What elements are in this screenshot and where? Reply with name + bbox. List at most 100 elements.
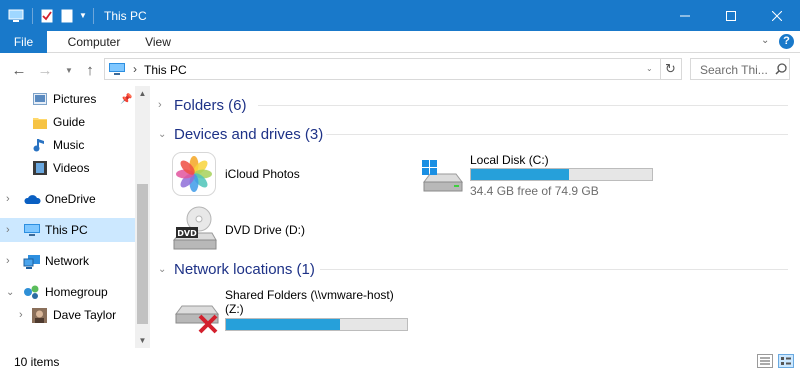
pin-icon[interactable]: 📌 bbox=[120, 94, 132, 105]
collapse-chevron-icon[interactable]: ⌄ bbox=[158, 129, 174, 140]
group-header-folders[interactable]: › Folders (6) bbox=[158, 95, 247, 115]
sidebar-item-label: Videos bbox=[53, 161, 90, 175]
title-bar: ▼ This PC bbox=[0, 0, 800, 31]
network-drive-disconnected-icon bbox=[175, 305, 219, 334]
scroll-up-icon[interactable]: ▲ bbox=[135, 89, 150, 98]
recent-locations-icon[interactable]: ▼ bbox=[60, 60, 78, 80]
collapse-chevron-icon[interactable]: ⌄ bbox=[158, 264, 174, 275]
navigation-pane: Pictures 📌 Guide Music Videos › OneDrive… bbox=[0, 86, 150, 348]
network-location-name: Shared Folders (\\vmware-host) bbox=[225, 288, 394, 302]
music-icon bbox=[33, 139, 44, 152]
group-label: Devices and drives (3) bbox=[174, 125, 324, 143]
homegroup-icon bbox=[24, 285, 39, 299]
sidebar-item-homegroup[interactable]: ⌄ Homegroup bbox=[0, 280, 135, 304]
address-bar[interactable]: › This PC ⌄ ↻ bbox=[104, 58, 682, 80]
breadcrumb-location[interactable]: This PC bbox=[144, 63, 187, 77]
expand-chevron-icon[interactable]: › bbox=[6, 255, 10, 267]
sidebar-item-label: Network bbox=[45, 254, 90, 268]
refresh-icon[interactable]: ↻ bbox=[665, 61, 676, 77]
breadcrumb-chevron-icon[interactable]: › bbox=[133, 62, 137, 76]
device-tile-dvd-drive[interactable]: DVD DVD Drive (D:) bbox=[172, 206, 392, 252]
disk-usage-bar bbox=[470, 168, 653, 181]
local-disk-icon bbox=[422, 160, 463, 192]
group-divider bbox=[320, 269, 788, 270]
this-pc-address-icon bbox=[109, 63, 125, 75]
sidebar-item-label: Dave Taylor bbox=[53, 308, 117, 322]
group-header-network-locations[interactable]: ⌄ Network locations (1) bbox=[158, 259, 315, 279]
device-tile-icloud-photos[interactable]: iCloud Photos bbox=[172, 150, 392, 198]
content-area: › Folders (6) ⌄ Devices and drives (3) i… bbox=[150, 86, 800, 348]
sidebar-item-this-pc[interactable]: › This PC bbox=[0, 218, 135, 242]
search-icon[interactable] bbox=[775, 63, 787, 75]
sidebar-item-network[interactable]: › Network bbox=[0, 249, 135, 273]
device-name: Local Disk (C:) bbox=[470, 153, 549, 167]
expand-ribbon-icon[interactable]: ⌄ bbox=[761, 35, 769, 46]
address-dropdown-icon[interactable]: ⌄ bbox=[646, 64, 653, 73]
sidebar-item-videos[interactable]: Videos bbox=[0, 156, 135, 180]
group-divider bbox=[258, 105, 788, 106]
network-icon bbox=[23, 254, 40, 269]
search-input[interactable]: Search Thi... bbox=[700, 63, 768, 77]
tab-file[interactable]: File bbox=[0, 31, 47, 53]
device-tile-local-disk[interactable]: Local Disk (C:) 34.4 GB free of 74.9 GB bbox=[420, 150, 660, 198]
sidebar-item-onedrive[interactable]: › OneDrive bbox=[0, 187, 135, 211]
group-label: Network locations (1) bbox=[174, 260, 315, 278]
search-box[interactable]: Search Thi... bbox=[690, 58, 790, 80]
details-view-icon[interactable] bbox=[757, 354, 773, 368]
back-arrow-icon[interactable]: ← bbox=[10, 60, 28, 80]
device-name: DVD Drive (D:) bbox=[225, 223, 305, 237]
expand-chevron-icon[interactable]: › bbox=[6, 193, 10, 205]
sidebar-item-label: Music bbox=[53, 138, 85, 152]
sidebar-item-label: Pictures bbox=[53, 92, 97, 106]
navigation-scrollbar[interactable]: ▲ ▼ bbox=[135, 86, 150, 348]
group-divider bbox=[326, 134, 788, 135]
title-separator bbox=[32, 7, 33, 24]
close-icon[interactable] bbox=[754, 0, 800, 31]
properties-icon[interactable] bbox=[37, 0, 57, 31]
maximize-icon[interactable] bbox=[708, 0, 754, 31]
folder-icon bbox=[33, 117, 47, 129]
sidebar-item-pictures[interactable]: Pictures 📌 bbox=[0, 87, 135, 111]
expand-chevron-icon[interactable]: › bbox=[6, 224, 10, 236]
item-count: 10 items bbox=[14, 355, 60, 369]
sidebar-item-label: This PC bbox=[45, 223, 88, 237]
collapse-chevron-icon[interactable]: ⌄ bbox=[6, 287, 14, 298]
expand-chevron-icon[interactable]: › bbox=[158, 99, 174, 111]
expand-chevron-icon[interactable]: › bbox=[19, 309, 23, 321]
network-location-drive: (Z:) bbox=[225, 302, 244, 316]
sidebar-item-label: Guide bbox=[53, 115, 86, 129]
minimize-icon[interactable] bbox=[662, 0, 708, 31]
videos-icon bbox=[33, 161, 47, 175]
sidebar-item-guide[interactable]: Guide bbox=[0, 110, 135, 134]
new-folder-icon[interactable] bbox=[57, 0, 77, 31]
scroll-down-icon[interactable]: ▼ bbox=[135, 336, 150, 345]
forward-arrow-icon[interactable]: → bbox=[36, 60, 54, 80]
disk-usage-fill bbox=[471, 169, 569, 180]
sidebar-item-label: Homegroup bbox=[45, 285, 108, 299]
tab-computer[interactable]: Computer bbox=[60, 31, 128, 53]
title-separator-2 bbox=[93, 7, 94, 24]
customize-toolbar-icon[interactable]: ▼ bbox=[77, 0, 89, 31]
group-label: Folders (6) bbox=[174, 96, 247, 114]
device-name: iCloud Photos bbox=[225, 167, 300, 181]
sidebar-item-label: OneDrive bbox=[45, 192, 96, 206]
sidebar-item-music[interactable]: Music bbox=[0, 133, 135, 157]
tiles-view-icon[interactable] bbox=[778, 354, 794, 368]
this-pc-icon bbox=[24, 224, 40, 236]
icloud-photos-icon bbox=[172, 152, 216, 196]
ribbon: File Computer View ⌄ ? bbox=[0, 31, 800, 53]
address-divider bbox=[660, 59, 661, 79]
user-avatar-icon bbox=[32, 307, 47, 323]
svg-text:DVD: DVD bbox=[177, 229, 197, 238]
tab-view[interactable]: View bbox=[138, 31, 178, 53]
this-pc-icon[interactable] bbox=[4, 0, 28, 31]
scrollbar-thumb[interactable] bbox=[137, 184, 148, 324]
network-tile-shared-folders[interactable]: Shared Folders (\\vmware-host) (Z:) bbox=[172, 286, 412, 336]
dvd-drive-icon: DVD bbox=[172, 206, 217, 250]
network-usage-fill bbox=[226, 319, 341, 330]
up-arrow-icon[interactable]: ↑ bbox=[81, 60, 99, 80]
sidebar-item-dave-taylor[interactable]: › Dave Taylor bbox=[0, 303, 135, 327]
help-icon[interactable]: ? bbox=[779, 34, 794, 49]
pictures-folder-icon bbox=[33, 93, 47, 105]
group-header-devices[interactable]: ⌄ Devices and drives (3) bbox=[158, 124, 323, 144]
